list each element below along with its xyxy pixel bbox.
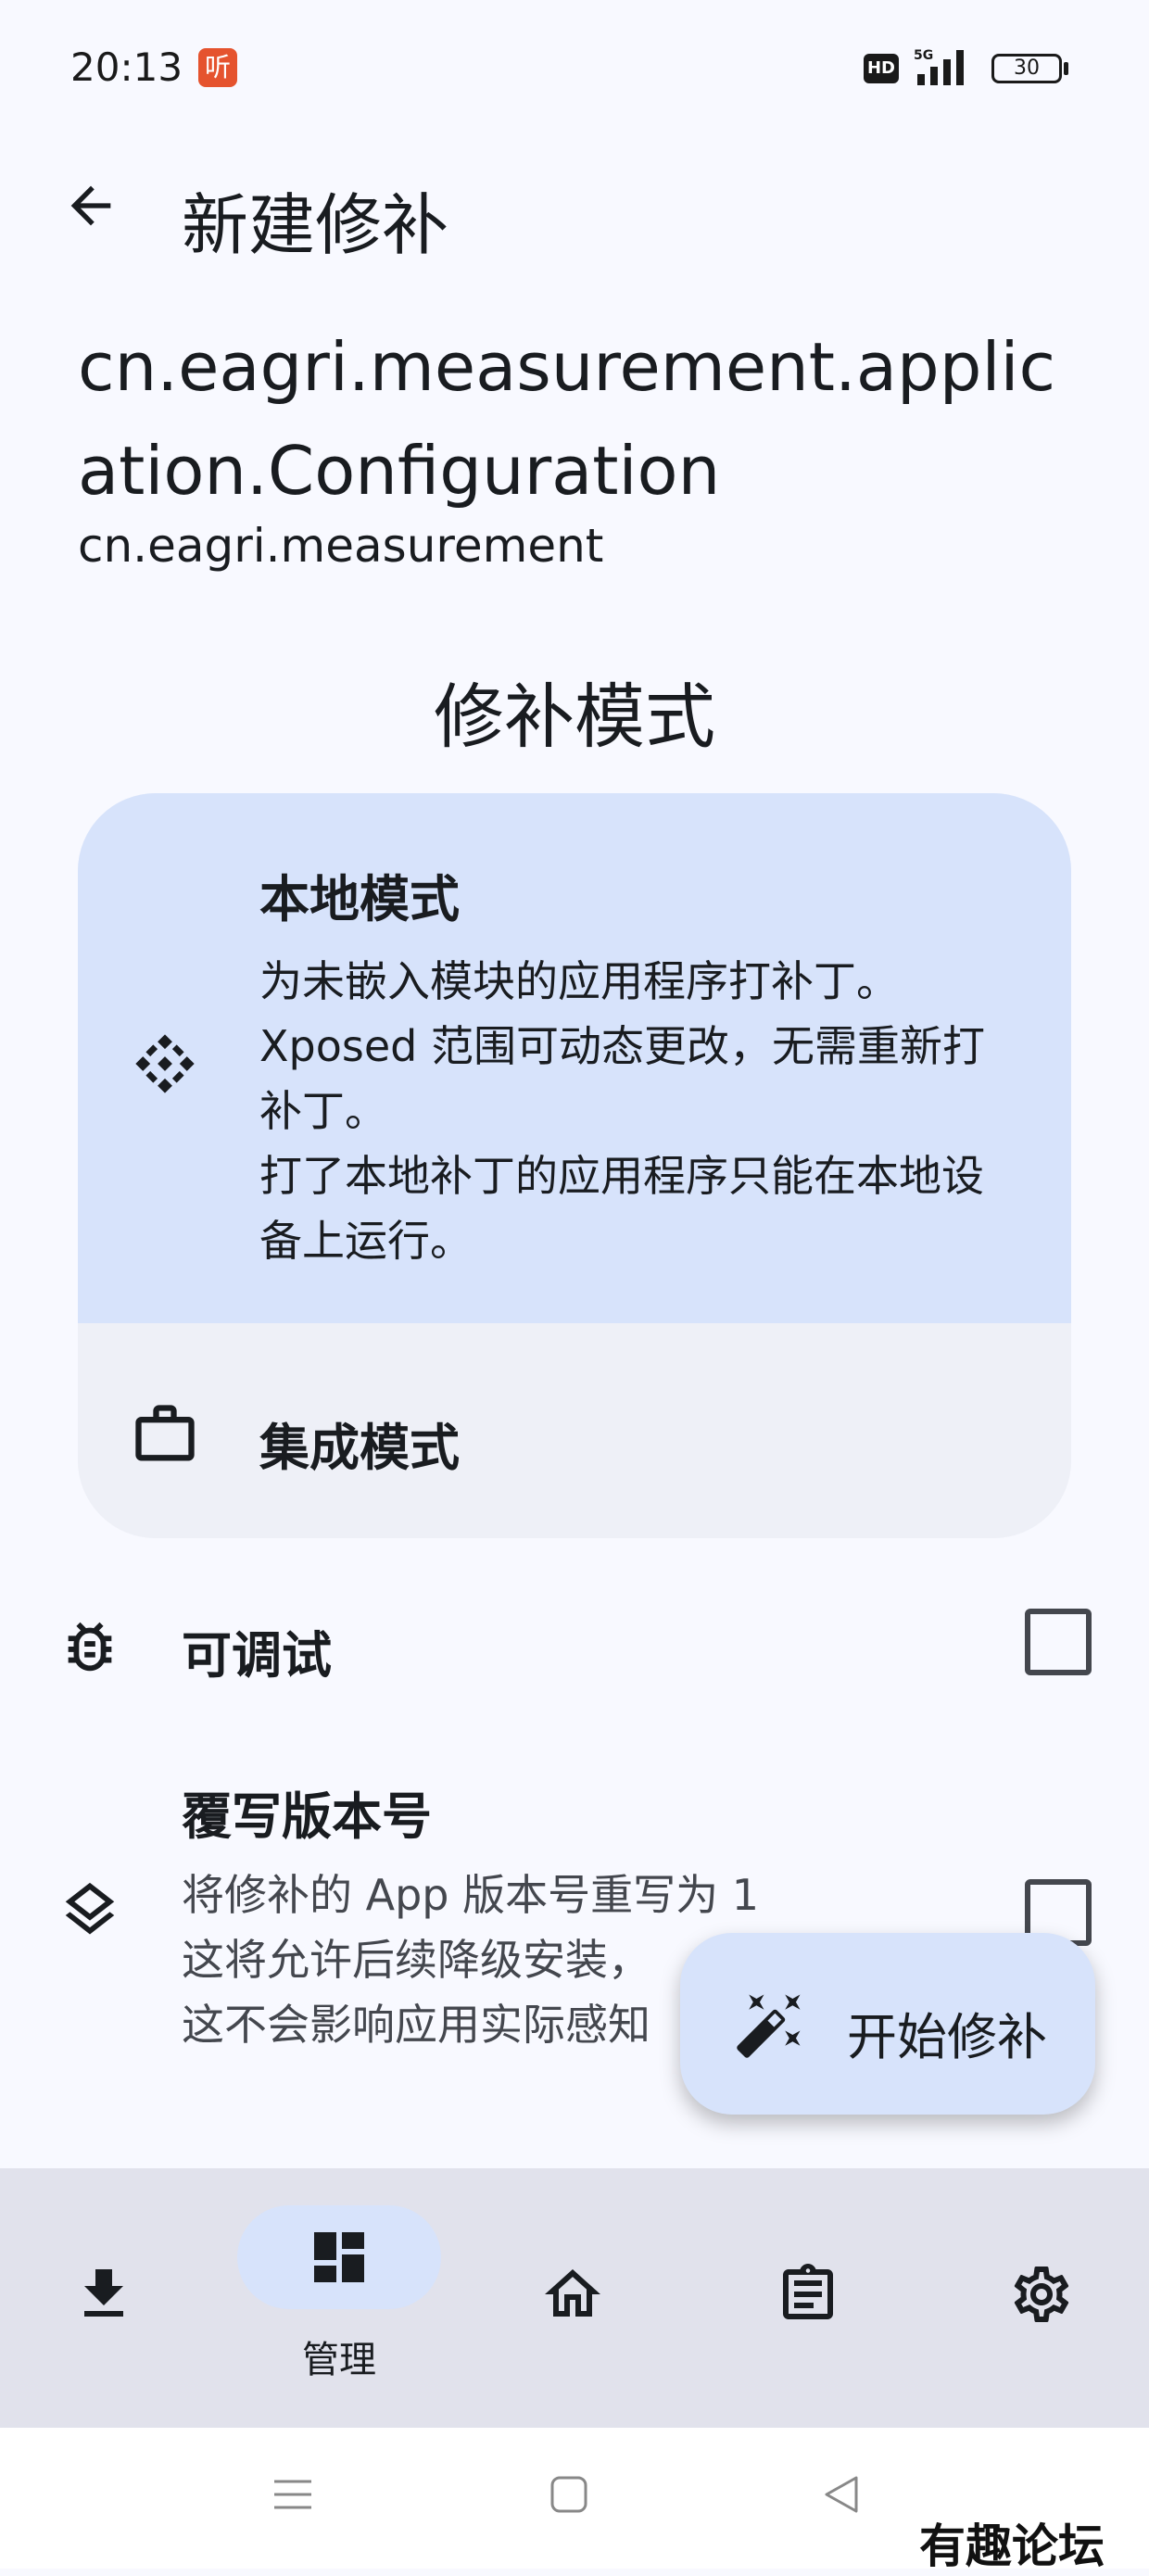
patch-mode-title: 修补模式 [434,676,715,758]
start-patch-label: 开始修补 [847,2008,1047,2066]
app-package-name: cn.eagri.measurement [78,519,604,573]
magic-wand-icon [737,1994,801,2058]
status-time: 20:13 [70,44,183,90]
arrow-back-icon [70,185,111,226]
nav-item-home[interactable] [460,2168,689,2428]
bug-icon [68,1622,112,1672]
inject-loader-title: 注入加载器 [182,2155,432,2168]
clipboard-icon [783,2264,833,2319]
page-title: 新建修补 [182,186,449,264]
debuggable-option[interactable]: 可调试 [0,1575,1149,1714]
patch-mode-selector: 本地模式 为未嵌入模块的应用程序打补丁。 Xposed 范围可动态更改，无需重新… [78,793,1071,1538]
briefcase-icon [135,1405,195,1461]
home-icon [545,2269,600,2317]
diamond-grid-icon [135,1034,195,1093]
download-icon [84,2269,123,2317]
dashboard-icon [314,2232,364,2282]
local-mode-description: 为未嵌入模块的应用程序打补丁。 Xposed 范围可动态更改，无需重新打补丁。 … [259,956,985,1266]
battery-icon: 30 [991,54,1062,83]
signal-icon: 5G [914,48,964,85]
layers-icon [65,1882,115,1935]
nav-item-manage[interactable]: 管理 [208,2168,441,2428]
gear-icon [1014,2266,1069,2322]
local-mode-title: 本地模式 [259,870,460,928]
debuggable-title: 可调试 [182,1626,332,1685]
watermark: 有趣论坛 [919,2519,1105,2573]
nav-label-manage: 管理 [302,2339,376,2381]
integrated-mode-option[interactable]: 集成模式 [78,1332,1071,1538]
local-mode-option[interactable]: 本地模式 为未嵌入模块的应用程序打补丁。 Xposed 范围可动态更改，无需重新… [78,793,1071,1323]
menu-icon[interactable] [272,2474,313,2515]
network-type: 5G [914,48,933,63]
override-version-title: 覆写版本号 [182,1787,432,1846]
hd-icon: HD [864,54,899,83]
integrated-mode-title: 集成模式 [259,1419,460,1477]
nav-item-download[interactable] [0,2168,230,2428]
home-square-icon[interactable] [549,2474,589,2515]
bottom-navigation: 管理 [0,2168,1149,2428]
nav-item-settings[interactable] [919,2168,1149,2428]
nav-item-logs[interactable] [689,2168,919,2428]
app-class-name: cn.eagri.measurement.application.Configu… [78,328,1056,510]
battery-tip [1064,62,1068,75]
back-button[interactable] [52,167,130,245]
back-triangle-icon[interactable] [821,2474,862,2515]
next-option-clip: 注入加载器 [0,2131,1149,2168]
notification-app-icon: 听 [198,48,237,87]
start-patch-button[interactable]: 开始修补 [680,1933,1095,2115]
debuggable-checkbox[interactable] [1025,1609,1092,1675]
